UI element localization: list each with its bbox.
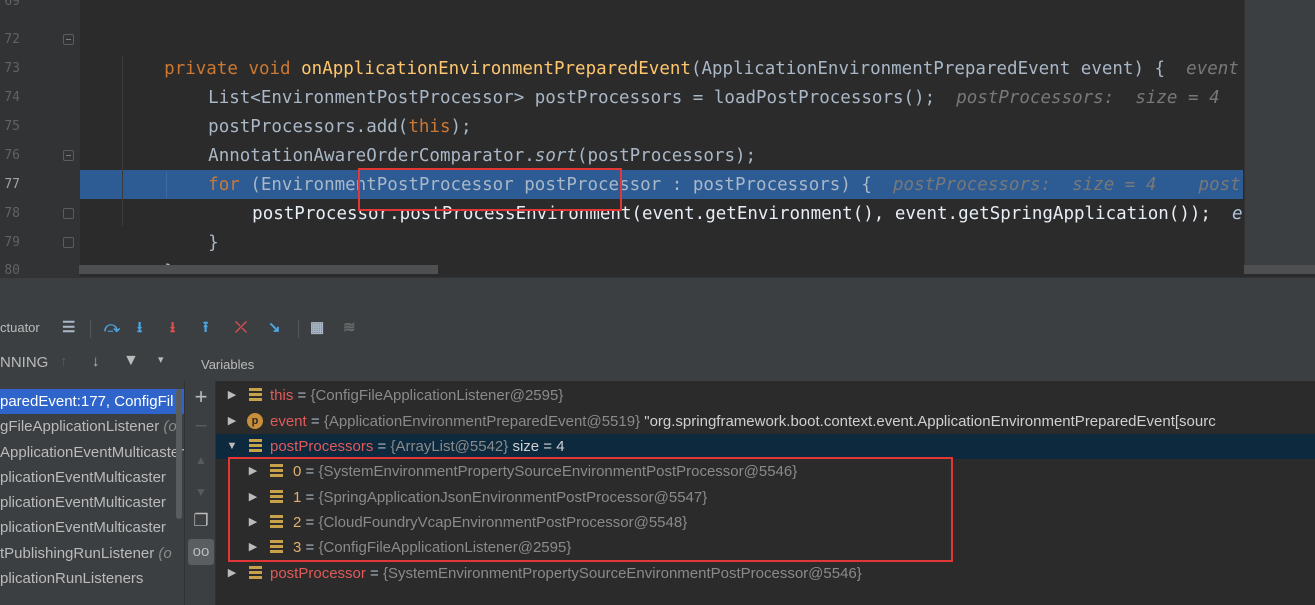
line-number: 69 [4,0,20,9]
move-up-icon[interactable]: ▲ [188,453,214,467]
move-down-icon[interactable]: ▼ [188,485,214,499]
step-over-icon[interactable]: ⤼ [104,319,120,337]
field-icon [249,566,262,580]
code-line-73[interactable]: List<EnvironmentPostProcessor> postProce… [166,55,1315,108]
frame-item[interactable]: plicationRunListeners [0,566,143,591]
show-execution-point-icon[interactable]: ☰ [62,319,75,337]
horizontal-scrollbar-thumb[interactable] [79,265,438,274]
highlight-box-method [358,168,622,211]
line-number: 80 [4,263,20,277]
code-line-75[interactable]: AnnotationAwareOrderComparator.sort(post… [166,113,1315,166]
code-editor[interactable]: 69 72 73 74 75 76 77 78 79 80 private vo… [0,0,1315,277]
chevron-down-icon[interactable]: ▾ [158,353,164,366]
line-number-gutter[interactable]: 69 72 73 74 75 76 77 78 79 80 [0,0,80,277]
show-watches-toggle-icon[interactable]: oo [188,539,214,565]
frame-item[interactable]: ApplicationEventMulticaster [0,440,184,465]
code-line-72[interactable]: private void onApplicationEnvironmentPre… [122,26,1315,79]
fold-end-icon[interactable] [63,237,74,248]
line-number: 79 [4,235,20,250]
field-icon [249,388,262,402]
frame-item-selected[interactable]: paredEvent:177, ConfigFil [0,389,184,414]
toolbar-separator [298,320,299,338]
variables-side-toolbar: + − ▲ ▼ ❐ oo [184,381,216,605]
code-line-76[interactable]: for (EnvironmentPostProcessor postProces… [166,142,1315,195]
code-line-78[interactable]: } [166,200,1315,253]
run-to-cursor-icon[interactable]: ↘ [268,319,281,337]
line-number: 75 [4,119,20,134]
line-number: 78 [4,206,20,221]
copy-icon[interactable]: ❐ [188,511,214,531]
force-step-into-icon[interactable]: ⭳ [170,319,175,337]
variable-row-this[interactable]: ▶ this = {ConfigFileApplicationListener@… [216,383,1315,408]
frame-item[interactable]: plicationEventMulticaster [0,465,166,490]
expand-arrow-icon[interactable]: ▶ [226,409,238,434]
next-frame-icon[interactable]: ↓ [92,353,100,370]
step-into-icon[interactable]: ⭳ [137,319,142,337]
code-line-74[interactable]: postProcessors.add(this); [166,84,1315,137]
add-watch-icon[interactable]: + [188,384,214,410]
fold-end-icon[interactable] [63,208,74,219]
line-number: 74 [4,90,20,105]
step-out-icon[interactable]: ⭱ [203,319,208,337]
variable-row-event[interactable]: ▶ p event = {ApplicationEnvironmentPrepa… [216,409,1315,434]
debug-toolbar: ctuator [0,310,1315,346]
remove-watch-icon[interactable]: − [188,413,214,439]
trace-stream-icon[interactable]: ≋ [343,319,356,337]
fold-collapse-icon[interactable] [63,34,74,45]
variables-header: Variables [184,346,1315,381]
line-number-current: 77 [4,177,20,192]
code-line-79[interactable]: } [122,229,1315,277]
drop-frame-icon[interactable]: ⤫ [235,319,247,337]
actuator-tab[interactable]: ctuator [0,320,40,335]
fold-collapse-icon[interactable] [63,150,74,161]
frame-item[interactable]: tPublishingRunListener (o [0,541,172,566]
frames-scrollbar-thumb[interactable] [176,389,182,519]
previous-frame-icon[interactable]: ↑ [60,353,68,370]
expand-arrow-icon[interactable]: ▶ [226,383,238,408]
horizontal-scrollbar-thumb[interactable] [1244,265,1315,274]
editor-side-panel [1244,0,1315,277]
variable-row-postProcessors[interactable]: ▼ postProcessors = {ArrayList@5542} size… [216,434,1315,459]
variables-title: Variables [201,357,255,372]
frame-item[interactable]: plicationEventMulticaster [0,515,166,540]
debug-tool-window: ctuator ☰ ⤼ ⭳ ⭳ ⭱ ⤫ ↘ ▦ ≋ NNING ↑ ↓ ▼ ▾ … [0,277,1315,605]
line-number: 76 [4,148,20,163]
field-icon [249,439,262,453]
line-number: 72 [4,32,20,47]
highlight-box-list-items [228,457,953,562]
debug-tabs-bar [0,277,1315,310]
thread-selector[interactable]: NNING [0,354,48,371]
toolbar-separator [90,320,91,338]
line-number: 73 [4,61,20,76]
parameter-icon: p [247,413,263,429]
frames-panel: NNING ↑ ↓ ▼ ▾ paredEvent:177, ConfigFil … [0,346,184,605]
filter-icon[interactable]: ▼ [123,352,139,370]
variable-row-postProcessor[interactable]: ▶ postProcessor = {SystemEnvironmentProp… [216,561,1315,586]
expand-arrow-icon[interactable]: ▶ [226,561,238,586]
collapse-arrow-icon[interactable]: ▼ [226,434,238,459]
evaluate-expression-icon[interactable]: ▦ [310,319,324,337]
frame-item[interactable]: plicationEventMulticaster [0,490,166,515]
frame-item[interactable]: gFileApplicationListener (o [0,414,177,439]
